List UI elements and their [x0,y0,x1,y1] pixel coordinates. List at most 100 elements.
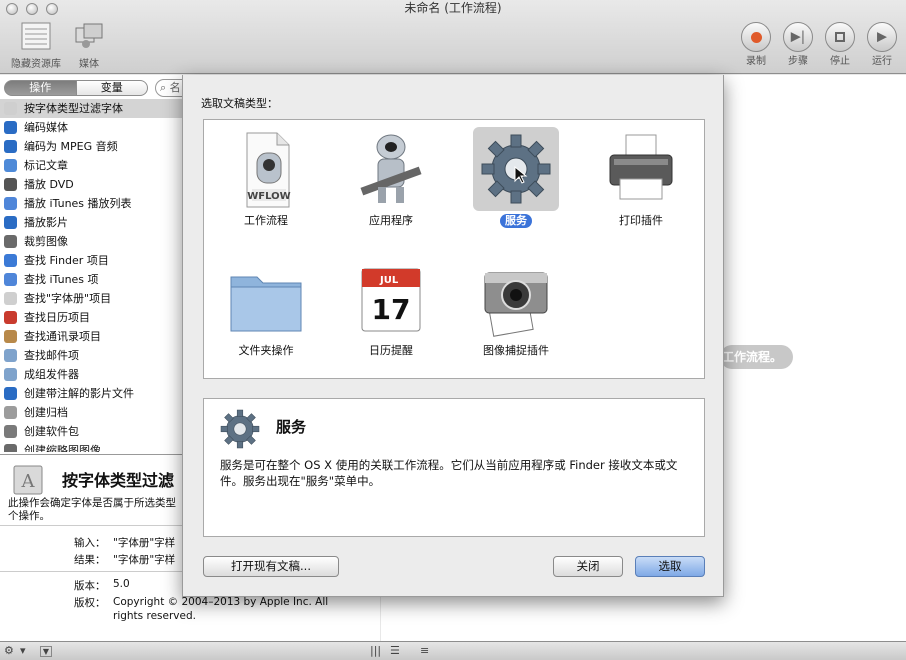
itunes-icon [4,273,17,286]
sheet-prompt: 选取文稿类型： [201,97,278,110]
calendar-icon [4,311,17,324]
list-item-label: 查找日历项目 [24,311,90,324]
type-workflow[interactable]: WFLOW 工作流程 [216,124,316,242]
media-icon [75,23,103,48]
document-type-sheet: 选取文稿类型： WFLOW 工作流程 应用程序 服务 打印插件 文件夹操作 JU… [182,75,724,597]
copyright-label: 版权： [74,597,106,609]
list-item-label: 编码为 MPEG 音频 [24,140,118,153]
list-item-label: 查找 iTunes 项 [24,273,99,286]
hide-library-button[interactable]: 隐藏资源库 [6,22,66,70]
run-button[interactable]: ▶ 运行 [864,22,900,67]
result-label: 结果： [74,554,106,566]
workflow-hint: 工作流程。 [720,345,793,369]
media-label: 媒体 [79,59,99,70]
run-icon: ▶ [877,29,887,45]
gear-icon [220,409,260,449]
type-application[interactable]: 应用程序 [341,124,441,242]
type-service[interactable]: 服务 [466,124,566,242]
list-item-label: 查找"字体册"项目 [24,292,112,305]
divider-handle-icon[interactable]: ||| [370,643,381,659]
hide-library-label: 隐藏资源库 [11,59,61,70]
type-folder-action[interactable]: 文件夹操作 [216,254,316,372]
list-item-label: 查找通讯录项目 [24,330,101,343]
step-icon: ▶| [790,29,806,45]
calendar-month: JUL [379,275,399,286]
type-calendar-alarm[interactable]: JUL 17 日历提醒 [341,254,441,372]
window-toolbar: 未命名 (工作流程) 隐藏资源库 媒体 录制 ▶| 步骤 停止 ▶ 运行 [0,0,906,74]
quicktime-icon [4,140,17,153]
list-item-label: 播放影片 [24,216,68,229]
workflow-badge: WFLOW [247,191,290,202]
font-book-icon [4,292,17,305]
media-button[interactable]: 媒体 [68,22,110,70]
quicktime-icon [4,216,17,229]
step-label: 步骤 [788,56,808,67]
stop-button[interactable]: 停止 [822,22,858,67]
bottom-bar: ⚙ ▾ ▼ ||| ☰ ≡ [0,641,906,660]
stop-icon [835,32,845,42]
quicktime-icon [4,121,17,134]
sidebar-icon [21,22,51,50]
log-icon[interactable]: ☰ [390,643,400,659]
type-label: 打印插件 [619,214,663,227]
run-label: 运行 [872,56,892,67]
list-item-label: 播放 iTunes 播放列表 [24,197,132,210]
type-label: 日历提醒 [369,344,413,357]
info-toggle-button[interactable]: ▼ [40,646,52,657]
open-existing-button[interactable]: 打开现有文稿... [203,556,339,577]
record-button[interactable]: 录制 [738,22,774,67]
version-label: 版本： [74,580,106,592]
type-label: 文件夹操作 [238,344,294,357]
list-icon[interactable]: ≡ [420,643,429,659]
mail-icon [4,368,17,381]
dvd-icon [4,178,17,191]
result-value: "字体册"字样 [113,554,176,566]
version-value: 5.0 [113,578,130,590]
font-book-icon [4,102,17,115]
description-text: 此操作会确定字体是否属于所选类型个操作。 [8,497,176,522]
close-button[interactable]: 关闭 [553,556,623,577]
list-item-label: 标记文章 [24,159,68,172]
type-label: 服务 [500,214,532,228]
calendar-icon: JUL 17 [361,268,421,332]
type-label: 应用程序 [369,214,413,227]
automator-robot-icon [360,134,422,203]
type-print-plugin[interactable]: 打印插件 [591,124,691,242]
choose-button[interactable]: 选取 [635,556,705,577]
quicktime-icon [4,387,17,400]
list-item-label: 查找邮件项 [24,349,79,362]
gear-icon[interactable]: ⚙ [4,643,14,659]
finder-icon [4,254,17,267]
rss-icon [4,159,17,172]
list-item-label: 查找 Finder 项目 [24,254,109,267]
mail-icon [4,349,17,362]
camera-icon [484,272,548,337]
workflow-icon: WFLOW [246,132,291,208]
list-item-label: 裁剪图像 [24,235,68,248]
info-text: 服务是可在整个 OS X 使用的关联工作流程。它们从当前应用程序或 Finder… [220,458,678,488]
font-book-icon: A [13,465,43,495]
preview-icon [4,444,17,452]
description-title: 按字体类型过滤 [62,471,175,490]
tab-variables[interactable]: 变量 [76,80,148,96]
list-item-label: 创建软件包 [24,425,79,438]
library-search-text: 名 [169,81,181,94]
list-item-label: 按字体类型过滤字体 [24,102,123,115]
contacts-icon [4,330,17,343]
calendar-day: 17 [372,293,411,326]
stop-label: 停止 [830,56,850,67]
step-button[interactable]: ▶| 步骤 [780,22,816,67]
archive-icon [4,406,17,419]
tab-actions[interactable]: 操作 [4,80,77,96]
folder-icon [230,276,302,332]
list-item-label: 编码媒体 [24,121,68,134]
type-image-capture-plugin[interactable]: 图像捕捉插件 [466,254,566,372]
list-item-label: 创建带注解的影片文件 [24,387,134,400]
record-label: 录制 [746,56,766,67]
copyright-value: Copyright © 2004–2013 by Apple Inc. All … [113,596,329,622]
chevron-down-icon[interactable]: ▾ [20,643,26,659]
document-type-grid: WFLOW 工作流程 应用程序 服务 打印插件 文件夹操作 JUL 17 日历提… [203,119,705,379]
type-label: 工作流程 [244,214,288,227]
gear-icon [481,134,551,204]
input-value: "字体册"字样 [113,537,176,549]
